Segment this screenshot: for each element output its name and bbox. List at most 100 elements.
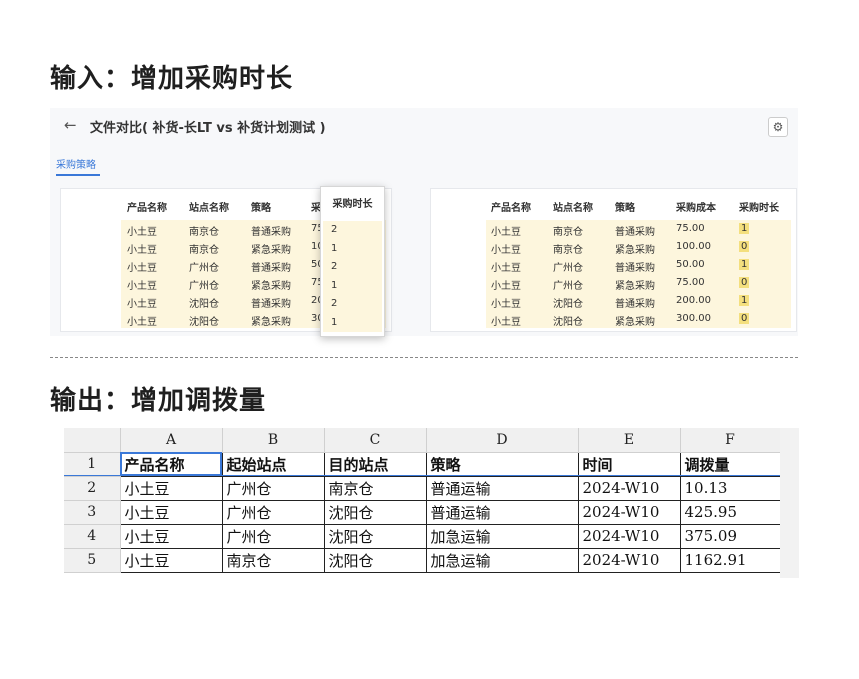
left-table-cell: 沈阳仓 [189, 317, 219, 328]
highlighted-column-popup: 采购时长 2 1 2 1 2 1 [320, 186, 385, 337]
left-table-cell: 紧急采购 [251, 245, 291, 256]
right-cell-text: 南京仓 [553, 245, 583, 256]
right-column-header: 产品名称 [491, 203, 531, 214]
right-cell-text: 75.00 [676, 223, 705, 234]
left-table-cell: 紧急采购 [251, 317, 291, 328]
sheet-header-cell[interactable]: 产品名称 [119, 451, 223, 477]
left-table-cell: 普通采购 [251, 227, 291, 238]
sheet-cell[interactable]: 2024-W10 [577, 475, 681, 501]
right-cell-text: 100.00 [676, 241, 711, 252]
right-table-cell: 紧急采购 [615, 277, 655, 292]
right-cell-text: 小土豆 [491, 227, 521, 238]
spreadsheet: A B C D E F 1 产品名称 起始站点 目的站点 策略 时间 调拨量 2 小土豆 广州仓 南京仓 普通运输… [64, 428, 799, 578]
row-header[interactable]: 3 [64, 500, 121, 525]
right-cell-text: 50.00 [676, 259, 705, 270]
right-cell-text: 小土豆 [491, 281, 521, 292]
right-table-cell: 0 [739, 277, 750, 288]
sheet-cell[interactable]: 2024-W10 [577, 499, 681, 525]
purchase-duration-value: 1 [739, 295, 750, 306]
sheet-cell[interactable]: 小土豆 [119, 475, 223, 501]
popup-duration-value: 2 [331, 224, 338, 235]
right-table-cell: 1 [739, 223, 750, 234]
right-cell-text: 紧急采购 [615, 317, 655, 328]
right-table-cell: 75.00 [676, 223, 705, 234]
left-table-cell: 小土豆 [127, 263, 157, 274]
sheet-cell[interactable]: 普通运输 [425, 475, 579, 501]
sheet-header-cell[interactable]: 目的站点 [323, 451, 427, 477]
right-table-cell: 75.00 [676, 277, 705, 288]
left-table-cell: 小土豆 [127, 299, 157, 310]
sheet-cell[interactable]: 普通运输 [425, 499, 579, 525]
right-cell-text: 小土豆 [491, 263, 521, 274]
sheet-cell[interactable]: 1162.91 [679, 547, 781, 573]
sheet-header-cell[interactable]: 起始站点 [221, 451, 325, 477]
sheet-cell[interactable]: 小土豆 [119, 523, 223, 549]
sheet-cell[interactable]: 加急运输 [425, 547, 579, 573]
right-table-cell: 1 [739, 295, 750, 306]
sheet-cell[interactable]: 小土豆 [119, 547, 223, 573]
sheet-header-cell[interactable]: 策略 [425, 451, 579, 477]
right-cell-text: 75.00 [676, 277, 705, 288]
column-header-b[interactable]: B [222, 428, 325, 453]
column-header-f[interactable]: F [680, 428, 781, 453]
sheet-cell[interactable]: 10.13 [679, 475, 781, 501]
column-header-e[interactable]: E [578, 428, 681, 453]
row-header[interactable]: 1 [64, 452, 121, 477]
sheet-cell[interactable]: 加急运输 [425, 523, 579, 549]
sheet-corner [64, 428, 121, 453]
right-table-cell: 0 [739, 241, 750, 252]
right-cell-text: 普通采购 [615, 263, 655, 274]
sheet-cell[interactable]: 沈阳仓 [323, 523, 427, 549]
right-table-cell: 小土豆 [491, 313, 521, 328]
table-row: 5 小土豆 南京仓 沈阳仓 加急运输 2024-W10 1162.91 [64, 547, 781, 573]
right-table-cell: 沈阳仓 [553, 313, 583, 328]
sheet-header-cell[interactable]: 时间 [577, 451, 681, 477]
sheet-cell[interactable]: 沈阳仓 [323, 499, 427, 525]
purchase-duration-value: 0 [739, 241, 750, 252]
purchase-duration-value: 0 [739, 277, 750, 288]
input-heading: 输入：增加采购时长 [50, 64, 294, 94]
gear-icon[interactable]: ⚙ [768, 117, 788, 137]
right-compare-table: 产品名称 站点名称 策略 采购成本 采购时长 小土豆 南京仓 普通采购 75.00 1 小土豆 南京仓… [430, 188, 797, 332]
right-table-cell: 普通采购 [615, 223, 655, 238]
sheet-cell[interactable]: 2024-W10 [577, 547, 681, 573]
right-table-cell: 普通采购 [615, 259, 655, 274]
sheet-cell[interactable]: 425.95 [679, 499, 781, 525]
row-header[interactable]: 2 [64, 476, 121, 501]
sheet-cell[interactable]: 南京仓 [323, 475, 427, 501]
column-header-a[interactable]: A [120, 428, 223, 453]
tab-purchase-strategy[interactable]: 采购策略 [56, 156, 96, 171]
table-row: 3 小土豆 广州仓 沈阳仓 普通运输 2024-W10 425.95 [64, 499, 781, 525]
sheet-cell[interactable]: 南京仓 [221, 547, 325, 573]
column-header-c[interactable]: C [324, 428, 427, 453]
back-arrow-icon[interactable]: ← [64, 116, 77, 134]
row-header[interactable]: 4 [64, 524, 121, 549]
panel-topbar: ← 文件对比( 补货-长LT vs 补货计划测试 ) ⚙ [50, 108, 798, 146]
right-cell-text: 沈阳仓 [553, 299, 583, 310]
column-header-d[interactable]: D [426, 428, 579, 453]
right-table-cell: 小土豆 [491, 277, 521, 292]
sheet-cell[interactable]: 小土豆 [119, 499, 223, 525]
right-cell-text: 普通采购 [615, 299, 655, 310]
row-header[interactable]: 5 [64, 548, 121, 573]
sheet-cell[interactable]: 广州仓 [221, 499, 325, 525]
left-table-cell: 广州仓 [189, 263, 219, 274]
right-cell-text: 300.00 [676, 313, 711, 324]
right-cell-text: 普通采购 [615, 227, 655, 238]
sheet-header-cell[interactable]: 调拨量 [679, 451, 781, 477]
left-table-cell: 南京仓 [189, 245, 219, 256]
dashed-divider [50, 357, 798, 358]
sheet-cell[interactable]: 广州仓 [221, 475, 325, 501]
output-heading: 输出：增加调拨量 [50, 386, 267, 416]
sheet-cell[interactable]: 375.09 [679, 523, 781, 549]
selection-row-indicator [64, 475, 799, 476]
right-table-cell: 小土豆 [491, 259, 521, 274]
right-table-cell: 1 [739, 259, 750, 270]
sheet-cell[interactable]: 2024-W10 [577, 523, 681, 549]
right-cell-text: 200.00 [676, 295, 711, 306]
sheet-cell[interactable]: 广州仓 [221, 523, 325, 549]
sheet-right-edge [780, 428, 799, 578]
sheet-cell[interactable]: 沈阳仓 [323, 547, 427, 573]
right-table-cell: 紧急采购 [615, 313, 655, 328]
purchase-duration-value: 0 [739, 313, 750, 324]
